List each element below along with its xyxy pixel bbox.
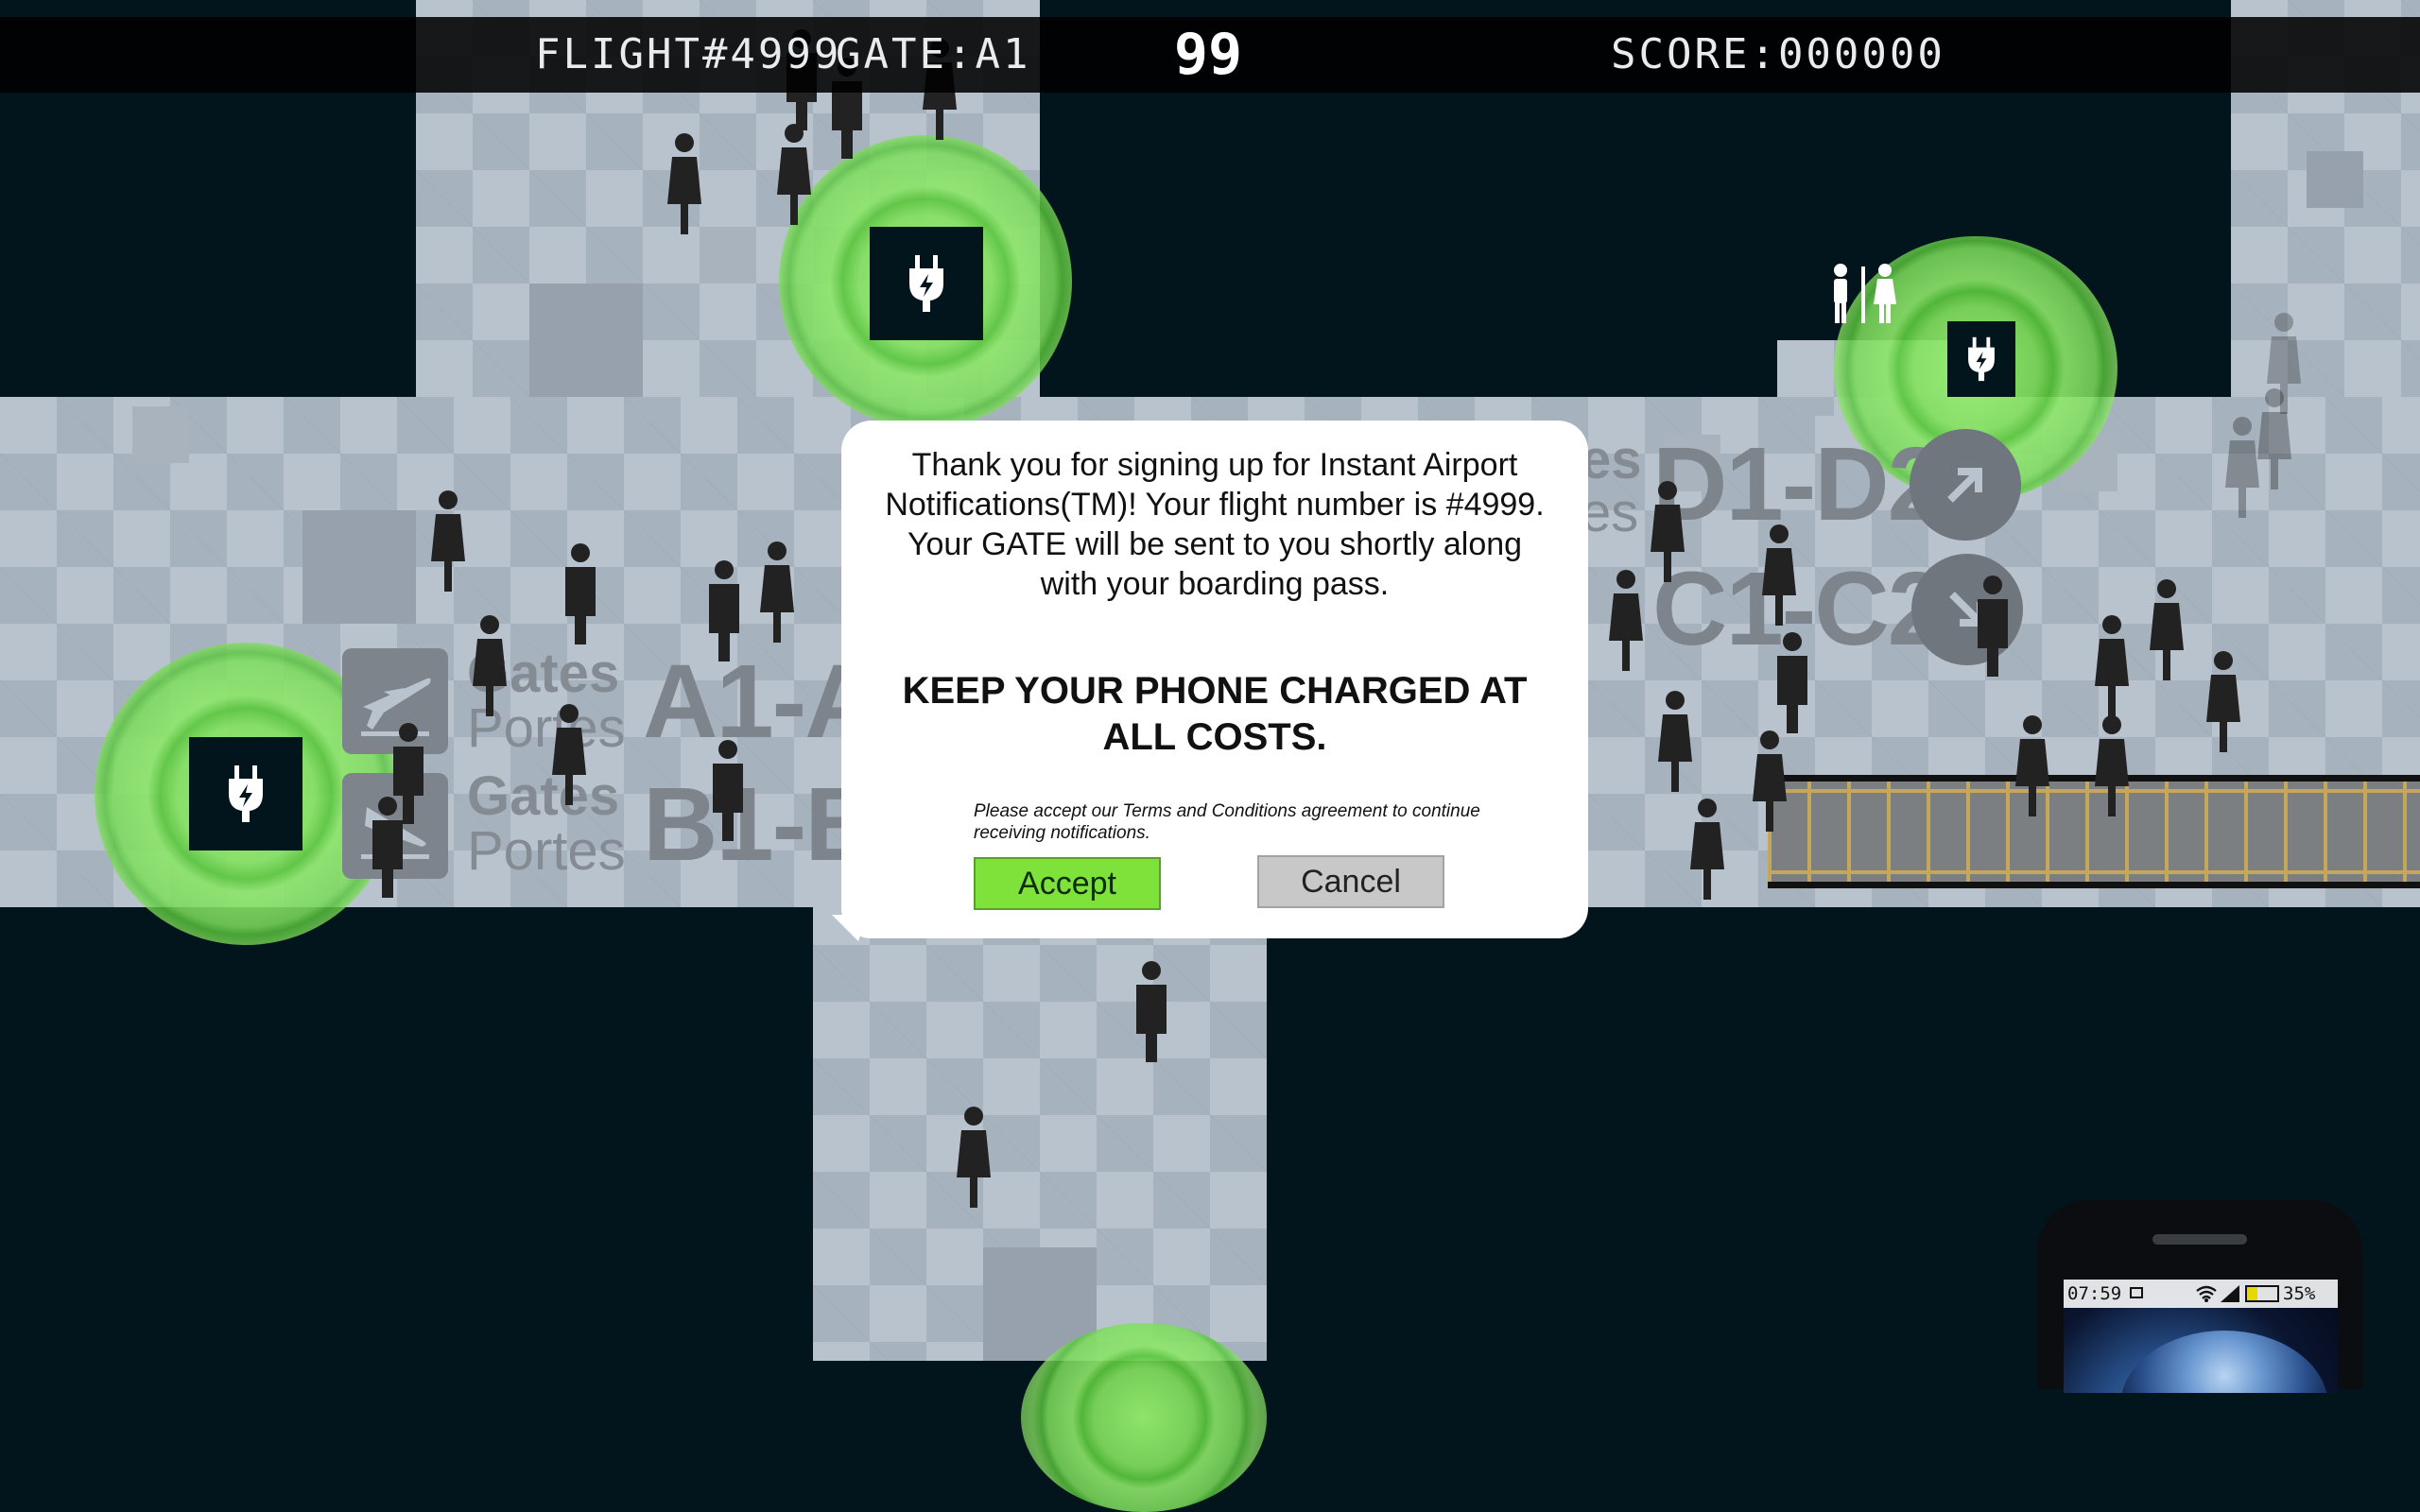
traveler <box>1762 524 1796 626</box>
hud-gate: GATE:A1 <box>836 30 1031 78</box>
wifi-icon <box>2196 1285 2217 1302</box>
traveler <box>1651 481 1685 582</box>
dialog-warning: KEEP YOUR PHONE CHARGED AT ALL COSTS. <box>902 670 1528 758</box>
dialog-message: Thank you for signing up for Instant Air… <box>885 447 1545 602</box>
plug-bolt-icon <box>229 765 263 822</box>
phone-screen[interactable]: 07:59 35% <box>2064 1280 2338 1393</box>
charging-station-top[interactable] <box>870 227 983 340</box>
cancel-button[interactable]: Cancel <box>1257 855 1444 908</box>
traveler <box>2015 715 2049 816</box>
arrow-up-right-icon <box>1947 468 1982 503</box>
traveler <box>552 704 586 805</box>
battery-level <box>2247 1287 2258 1300</box>
traveler <box>565 543 596 644</box>
notification-dialog: Thank you for signing up for Instant Air… <box>841 421 1588 938</box>
floor-tile <box>302 510 416 624</box>
portes-label-b: Portes <box>467 820 626 882</box>
hud-timer: 99 <box>1173 22 1243 88</box>
signal-icon <box>2221 1285 2239 1302</box>
traveler <box>2095 715 2129 816</box>
traveler <box>431 490 465 592</box>
battery-percent: 35% <box>2283 1283 2316 1304</box>
floor-tile <box>132 406 189 463</box>
floor-tile <box>2307 151 2363 208</box>
restroom-icon <box>1834 264 1896 323</box>
phone-device[interactable]: 07:59 35% <box>2037 1200 2362 1393</box>
traveler <box>1690 799 1724 900</box>
traveler <box>1136 961 1167 1062</box>
traveler <box>2095 615 2129 716</box>
plug-bolt-icon <box>909 255 943 312</box>
floor-tile <box>700 227 756 284</box>
phone-speaker <box>2152 1234 2247 1245</box>
traveler <box>1753 730 1787 832</box>
charging-station-left[interactable] <box>189 737 302 850</box>
traveler <box>709 560 739 662</box>
traveler <box>1609 570 1643 671</box>
traveler <box>667 133 701 234</box>
gates-fragment-d: es <box>1581 429 1642 490</box>
hud-flight-number: FLIGHT#4999 <box>535 30 842 78</box>
traveler <box>957 1107 991 1208</box>
portes-fragment-d: es <box>1581 482 1639 543</box>
phone-status-bar: 07:59 35% <box>2064 1280 2338 1308</box>
phone-time: 07:59 <box>2067 1283 2122 1304</box>
hud-score: SCORE:000000 <box>1611 30 1945 78</box>
traveler <box>2267 313 2301 414</box>
plug-bolt-icon <box>1968 336 1995 382</box>
traveler <box>1978 576 2008 677</box>
charging-zone-bottom[interactable] <box>1021 1323 1267 1512</box>
traveler <box>1658 691 1692 792</box>
gates-label-b: Gates <box>467 765 620 827</box>
gate-range-d: D1-D2 <box>1652 426 1945 542</box>
dialog-terms: Please accept our Terms and Conditions a… <box>974 801 1480 843</box>
traveler <box>1777 632 1807 733</box>
traveler <box>760 541 794 643</box>
traveler <box>2150 579 2184 680</box>
traveler <box>372 797 403 898</box>
sim-icon <box>2130 1287 2143 1298</box>
traveler <box>713 740 743 841</box>
battery-icon <box>2245 1285 2279 1302</box>
traveler <box>2206 651 2240 752</box>
arrow-up-right-sign <box>1910 429 2021 541</box>
charging-station-right[interactable] <box>1947 321 2015 397</box>
traveler <box>473 615 507 716</box>
floor-tile <box>529 284 643 397</box>
traveler <box>777 124 811 225</box>
accept-button[interactable]: Accept <box>974 857 1161 910</box>
planet-image <box>2120 1331 2328 1393</box>
